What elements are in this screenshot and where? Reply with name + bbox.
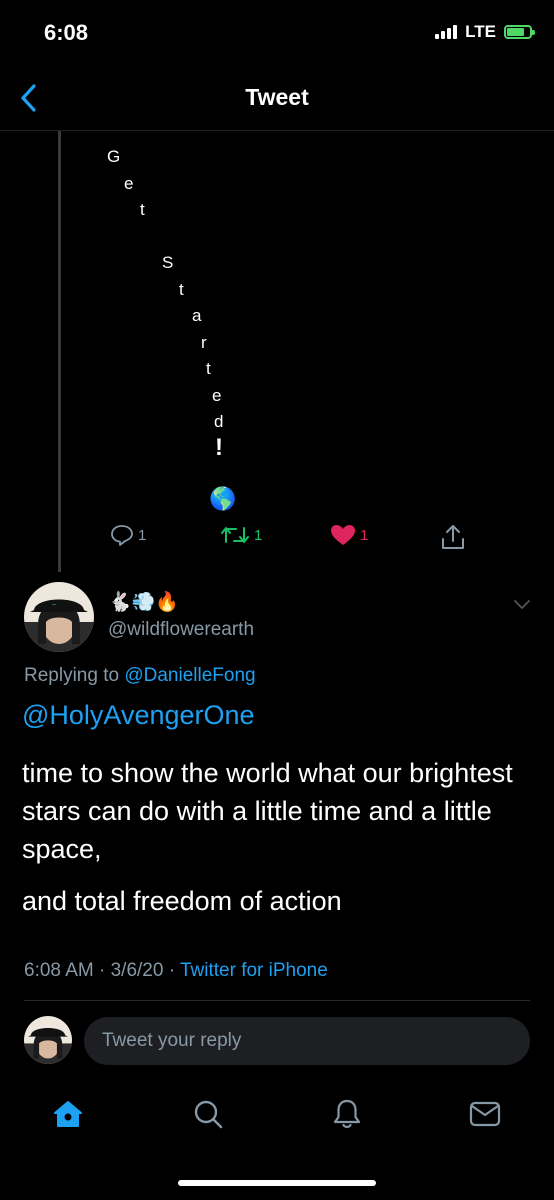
svg-text:~: ~ (52, 602, 56, 609)
quoted-char: t (179, 280, 184, 299)
tweet-body: time to show the world what our brightes… (22, 754, 532, 934)
tab-home[interactable] (48, 1094, 88, 1134)
page-title: Tweet (245, 84, 309, 110)
retweet-action[interactable]: 1 (220, 524, 262, 546)
mention-link[interactable]: @HolyAvengerOne (22, 700, 255, 731)
network-label: LTE (465, 22, 496, 41)
reply-avatar (24, 1016, 72, 1064)
thread-connector-line (58, 131, 61, 572)
replying-to-line: Replying to @DanielleFong (24, 665, 256, 687)
status-time: 6:08 (44, 20, 89, 45)
mail-icon (469, 1101, 501, 1127)
quoted-char: S (162, 253, 174, 272)
like-count: 1 (360, 526, 369, 544)
battery-charging-icon (504, 25, 535, 39)
quoted-char: r (201, 333, 207, 352)
home-indicator (178, 1180, 376, 1186)
avatar[interactable]: ~ (24, 582, 94, 652)
quoted-char: d (214, 412, 224, 431)
tab-search[interactable] (188, 1094, 228, 1134)
share-action[interactable] (440, 524, 466, 550)
tweet-client-link[interactable]: Twitter for iPhone (180, 960, 328, 981)
reply-input[interactable] (84, 1017, 530, 1065)
nav-divider (0, 130, 554, 131)
quoted-char: t (140, 200, 145, 219)
globe-emoji: 🌎 (209, 486, 237, 511)
reply-icon (111, 525, 133, 546)
signal-icon (435, 25, 458, 39)
replying-prefix: Replying to (24, 665, 120, 686)
share-icon (442, 525, 464, 549)
quoted-char: ! (215, 434, 223, 461)
quoted-char: e (212, 386, 222, 405)
tweet-paragraph: time to show the world what our brightes… (22, 758, 513, 864)
quoted-char: t (206, 359, 211, 378)
tweet-paragraph: and total freedom of action (22, 886, 342, 916)
chevron-down-icon[interactable] (512, 596, 532, 612)
tweet-timestamp: 6:08 AM · 3/6/20 · (24, 960, 176, 981)
replying-to-link[interactable]: @DanielleFong (124, 665, 255, 686)
quoted-char: G (107, 147, 121, 166)
display-name[interactable]: 🐇💨🔥 (108, 590, 179, 614)
tab-messages[interactable] (465, 1094, 505, 1134)
bell-icon (333, 1099, 361, 1128)
tweet-meta: 6:08 AM · 3/6/20 · Twitter for iPhone (24, 960, 328, 982)
search-icon (194, 1100, 223, 1129)
avatar-photo: ~ (24, 582, 94, 652)
divider (24, 1000, 530, 1001)
retweet-count: 1 (254, 526, 263, 544)
status-indicators: LTE (435, 22, 535, 42)
quoted-char: a (192, 306, 202, 325)
reply-action[interactable]: 1 (110, 524, 146, 546)
retweet-icon (221, 527, 249, 543)
like-action[interactable]: 1 (330, 524, 368, 546)
tab-notifications[interactable] (327, 1094, 367, 1134)
home-icon (54, 1101, 82, 1127)
reply-count: 1 (138, 526, 147, 544)
heart-icon (331, 525, 355, 545)
user-handle[interactable]: @wildflowerearth (108, 619, 254, 641)
quoted-char: e (124, 174, 134, 193)
avatar-photo (24, 1016, 72, 1064)
